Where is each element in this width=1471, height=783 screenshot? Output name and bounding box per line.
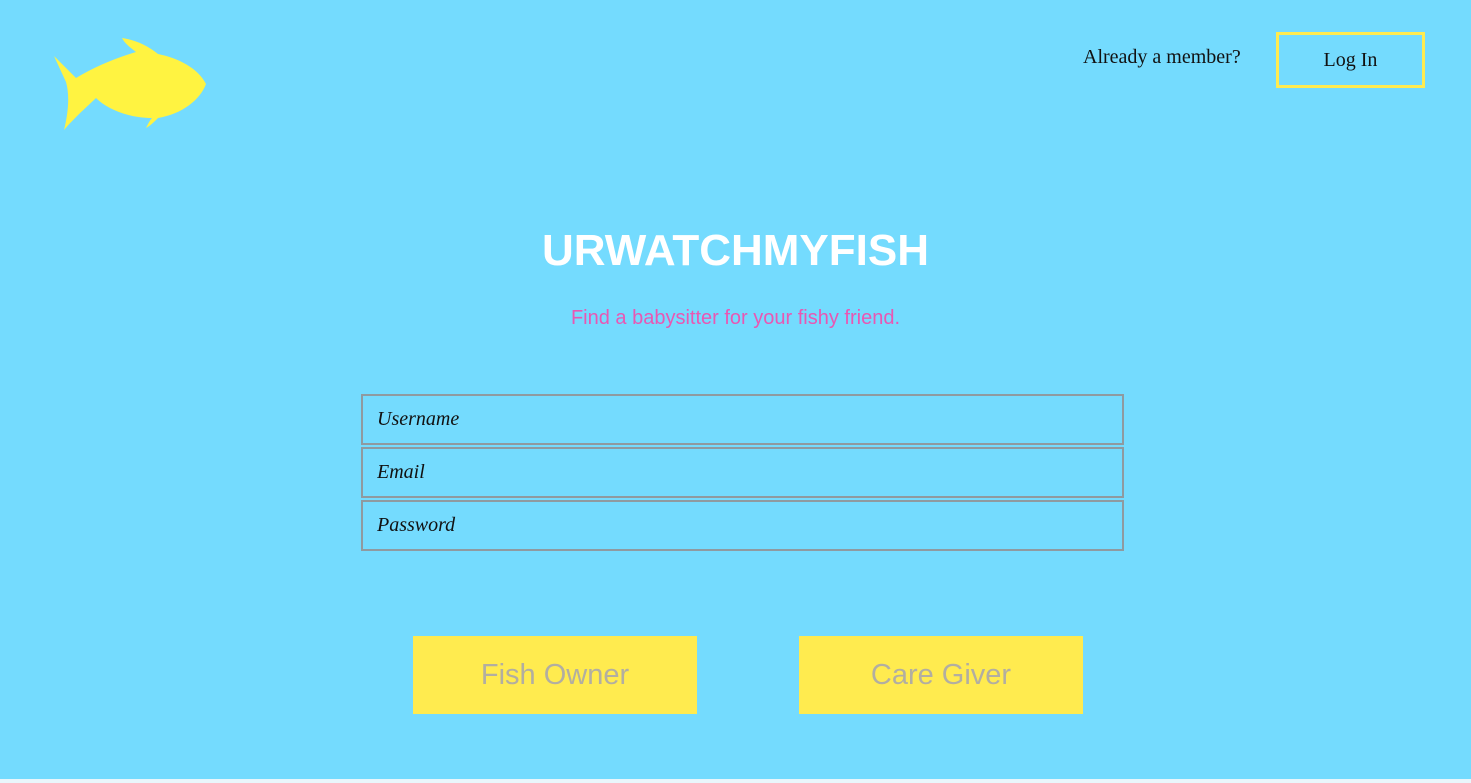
fish-owner-button[interactable]: Fish Owner bbox=[413, 636, 697, 714]
already-member-text: Already a member? bbox=[1083, 46, 1241, 68]
password-field[interactable] bbox=[361, 500, 1124, 551]
fish-icon bbox=[54, 38, 206, 130]
login-button[interactable]: Log In bbox=[1276, 32, 1425, 88]
signup-form bbox=[361, 394, 1124, 553]
bottom-edge bbox=[0, 779, 1471, 783]
username-field[interactable] bbox=[361, 394, 1124, 445]
care-giver-button[interactable]: Care Giver bbox=[799, 636, 1083, 714]
site-title: URWATCHMYFISH bbox=[541, 226, 930, 275]
tagline: Find a babysitter for your fishy friend. bbox=[570, 307, 901, 329]
email-field[interactable] bbox=[361, 447, 1124, 498]
fish-logo-icon[interactable] bbox=[50, 36, 210, 132]
